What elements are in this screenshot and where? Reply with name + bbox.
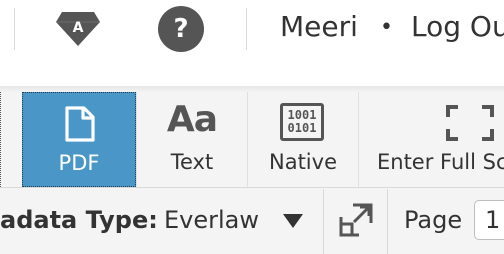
user-separator: • [380, 15, 393, 40]
binary-file-icon: 1001 0101 [280, 103, 324, 141]
chevron-down-icon[interactable] [282, 213, 304, 233]
page-number-value: 1 [485, 206, 501, 234]
binary-line-2: 0101 [287, 121, 317, 135]
help-symbol: ? [173, 14, 189, 44]
fullscreen-corners-icon [445, 104, 495, 146]
metadata-type-select[interactable]: Everlaw [164, 208, 259, 232]
divider [387, 189, 388, 254]
top-bar: A ? Meeri • Log Ou [0, 0, 504, 86]
tool-label-native: Native [269, 150, 337, 174]
view-mode-pdf-button[interactable]: PDF [22, 92, 136, 187]
view-mode-native-button[interactable]: 1001 0101 Native [248, 92, 358, 187]
logout-link[interactable]: Log Ou [411, 13, 504, 41]
text-aa-icon: Aa [166, 99, 218, 140]
divider [323, 189, 324, 254]
page-number-input[interactable]: 1 [474, 200, 504, 240]
divider [246, 8, 247, 50]
pdf-document-icon [64, 105, 96, 147]
view-mode-text-button[interactable]: Aa Text [137, 92, 247, 187]
gem-badge-icon[interactable]: A [54, 8, 102, 48]
popout-icon[interactable] [338, 202, 374, 242]
tool-label-text: Text [170, 150, 214, 174]
help-circle-icon[interactable]: ? [158, 6, 204, 52]
toolbar-edge [0, 92, 2, 187]
page-label: Page [404, 206, 463, 234]
user-name[interactable]: Meeri [280, 13, 358, 41]
metadata-type-label: adata Type: [0, 206, 158, 234]
fullscreen-button[interactable]: Enter Full Sc [359, 92, 504, 187]
divider [14, 8, 15, 50]
tool-label-fullscreen: Enter Full Sc [377, 150, 504, 174]
gem-badge-letter: A [73, 20, 84, 36]
tool-label-pdf: PDF [58, 151, 100, 175]
